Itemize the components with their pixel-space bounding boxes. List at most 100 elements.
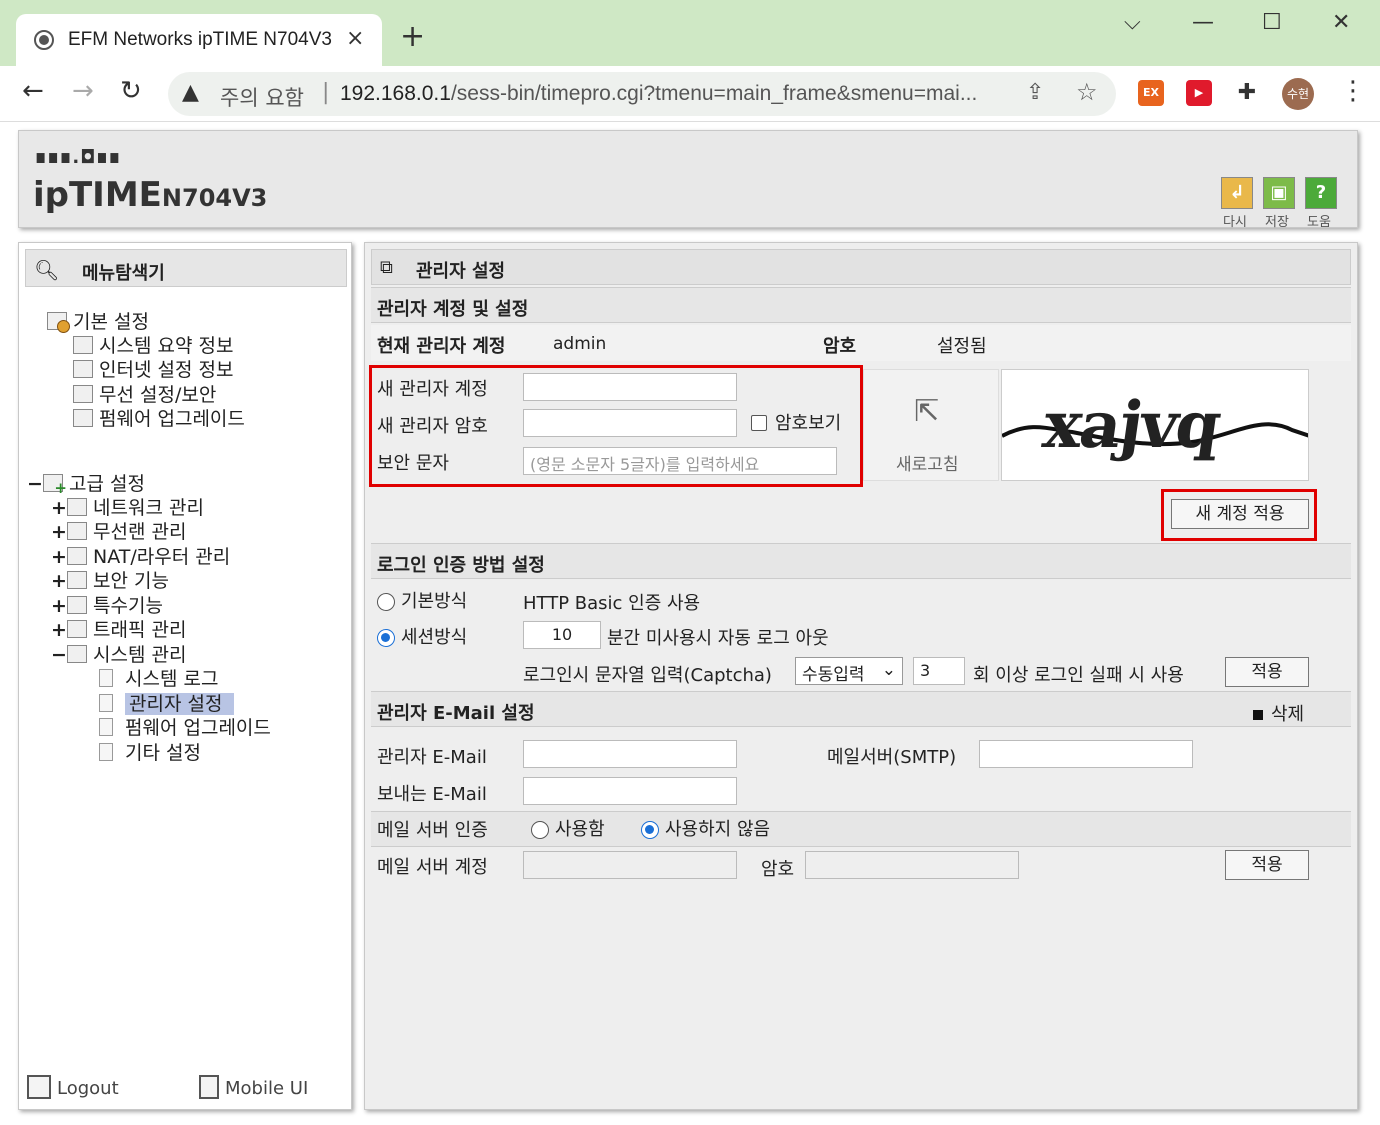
admin-email-label: 관리자 E-Mail: [377, 747, 487, 768]
expand-toggle[interactable]: +: [51, 570, 67, 592]
extension-forward-icon[interactable]: ▶: [1186, 80, 1212, 106]
tree-system-summary[interactable]: 시스템 요약 정보: [73, 331, 233, 358]
tree-network-management[interactable]: + 네트워크 관리: [51, 493, 204, 520]
captcha-fail-count-input[interactable]: 3: [913, 657, 965, 685]
computer-icon: [73, 360, 93, 378]
folder-plus-icon: [43, 474, 67, 497]
magnifier-icon: 🔍︎: [34, 258, 60, 282]
mail-password-input[interactable]: [805, 851, 1019, 879]
logout-button[interactable]: Logout: [27, 1075, 119, 1099]
expand-toggle[interactable]: +: [51, 497, 67, 519]
tree-other-settings[interactable]: 기타 설정: [99, 738, 201, 765]
window-icon: ⧉: [380, 257, 393, 278]
tree-advanced-settings[interactable]: −고급 설정: [27, 469, 145, 497]
session-method-radio[interactable]: [377, 629, 395, 647]
minimize-icon[interactable]: —: [1192, 10, 1214, 35]
mail-auth-nouse-radio[interactable]: [641, 821, 659, 839]
tree-basic-settings[interactable]: 기본 설정: [47, 307, 149, 334]
help-label: 도움: [1307, 215, 1331, 230]
new-tab-icon[interactable]: +: [400, 22, 425, 52]
expand-toggle[interactable]: +: [51, 595, 67, 617]
email-section-header-bar: 관리자 E-Mail 설정 삭제: [371, 691, 1351, 727]
sender-email-input[interactable]: [523, 777, 737, 805]
mobile-ui-button[interactable]: Mobile UI: [199, 1075, 308, 1099]
refresh-label: 새로고침: [896, 455, 959, 475]
mail-account-input[interactable]: [523, 851, 737, 879]
collapse-toggle[interactable]: −: [27, 473, 43, 495]
password-status: 설정됨: [937, 336, 987, 357]
share-icon[interactable]: ⇪: [1026, 80, 1044, 105]
back-icon[interactable]: ←: [22, 78, 44, 104]
apply-login-button[interactable]: 적용: [1225, 657, 1309, 687]
tree-admin-settings[interactable]: 관리자 설정: [99, 689, 235, 716]
forward-icon[interactable]: →: [72, 78, 94, 104]
chart-icon: [73, 336, 93, 354]
captcha-fail-desc: 회 이상 로그인 실패 시 사용: [973, 665, 1184, 686]
tree-firmware-upgrade-2[interactable]: 펌웨어 업그레이드: [99, 713, 271, 740]
mail-auth-use-radio[interactable]: [531, 821, 549, 839]
tree-system-management[interactable]: − 시스템 관리: [51, 640, 186, 667]
help-icon[interactable]: ?: [1305, 177, 1337, 209]
router-admin-page: ∎∎∎.◘∎∎ ipTIMEN704V3 ↲ 다시 ▣ 저장 ? 도움 🔍︎ 메…: [0, 122, 1380, 1125]
url-text[interactable]: 192.168.0.1/sess-bin/timepro.cgi?tmenu=m…: [340, 82, 977, 106]
maximize-icon[interactable]: ☐: [1262, 10, 1282, 35]
tree-wireless-security[interactable]: 무선 설정/보안: [73, 380, 216, 407]
window-close-icon[interactable]: ✕: [1332, 10, 1350, 35]
mail-password-label: 암호: [761, 859, 795, 880]
expand-toggle[interactable]: +: [51, 619, 67, 641]
email-section-header: [371, 811, 1351, 847]
session-minutes-input[interactable]: 10: [523, 621, 601, 649]
menu-explorer-header: 🔍︎ 메뉴탐색기: [25, 249, 347, 287]
tab-search-icon[interactable]: ⌵: [1124, 10, 1141, 35]
tree-nat-router[interactable]: + NAT/라우터 관리: [51, 542, 230, 569]
tree-system-log[interactable]: 시스템 로그: [99, 664, 218, 691]
tree-special-features[interactable]: + 특수기능: [51, 591, 163, 618]
sender-email-label: 보내는 E-Mail: [377, 784, 487, 805]
apply-email-button[interactable]: 적용: [1225, 850, 1309, 880]
profile-avatar[interactable]: 수현: [1282, 78, 1314, 110]
address-bar[interactable]: ▲ 주의 요함 | 192.168.0.1/sess-bin/timepro.c…: [168, 72, 1116, 116]
bookmark-star-icon[interactable]: ☆: [1076, 78, 1098, 106]
redo-icon[interactable]: ↲: [1221, 177, 1253, 209]
tree-traffic-management[interactable]: + 트래픽 관리: [51, 615, 186, 642]
router-icon: [67, 547, 87, 565]
tree-firmware-upgrade[interactable]: 펌웨어 업그레이드: [73, 404, 245, 431]
browser-menu-icon[interactable]: ⋮: [1340, 78, 1366, 104]
page-icon: [99, 694, 113, 712]
section-title: 관리자 계정 및 설정: [377, 299, 529, 320]
captcha-refresh-button[interactable]: ⇱ 새로고침: [863, 369, 999, 481]
tree-security[interactable]: + 보안 기능: [51, 566, 169, 593]
folder-settings-icon: [47, 312, 70, 333]
iptime-logo: ipTIMEN704V3: [33, 175, 268, 215]
reload-icon[interactable]: ↻: [120, 78, 142, 104]
tree-internet-info[interactable]: 인터넷 설정 정보: [73, 355, 233, 382]
expand-toggle[interactable]: +: [51, 546, 67, 568]
browser-tab[interactable]: EFM Networks ipTIME N704V3 ×: [16, 14, 382, 66]
smtp-input[interactable]: [979, 740, 1193, 768]
extensions-puzzle-icon[interactable]: ✚: [1234, 80, 1260, 106]
page-icon: [99, 743, 113, 761]
admin-email-input[interactable]: [523, 740, 737, 768]
basic-method-radio[interactable]: [377, 593, 395, 611]
chevron-down-icon: ⌄: [881, 660, 896, 680]
captcha-text: xajvq: [1038, 388, 1224, 463]
refresh-icon: ⇱: [914, 394, 940, 429]
admin-settings-panel: ⧉ 관리자 설정 관리자 계정 및 설정 현재 관리자 계정 admin 암호 …: [364, 242, 1358, 1110]
chart-icon: [67, 645, 87, 663]
basic-method-desc: HTTP Basic 인증 사용: [523, 593, 701, 614]
delete-button[interactable]: 삭제: [1253, 700, 1304, 726]
password-label: 암호: [823, 336, 857, 357]
login-section-header: 로그인 인증 방법 설정: [371, 543, 1351, 579]
tree-wireless-management[interactable]: + 무선랜 관리: [51, 517, 186, 544]
wifi-icon: [67, 522, 87, 540]
mail-auth-nouse-label: 사용하지 않음: [665, 819, 771, 840]
extension-ex-icon[interactable]: EX: [1138, 80, 1164, 106]
section-title: 관리자 E-Mail 설정: [377, 703, 535, 724]
save-icon[interactable]: ▣: [1263, 177, 1295, 209]
tab-close-icon[interactable]: ×: [346, 26, 364, 51]
collapse-toggle[interactable]: −: [51, 644, 67, 666]
page-icon: [99, 669, 113, 687]
captcha-mode-select[interactable]: 수동입력 ⌄: [795, 657, 903, 685]
expand-toggle[interactable]: +: [51, 521, 67, 543]
upgrade-icon: [73, 409, 93, 427]
